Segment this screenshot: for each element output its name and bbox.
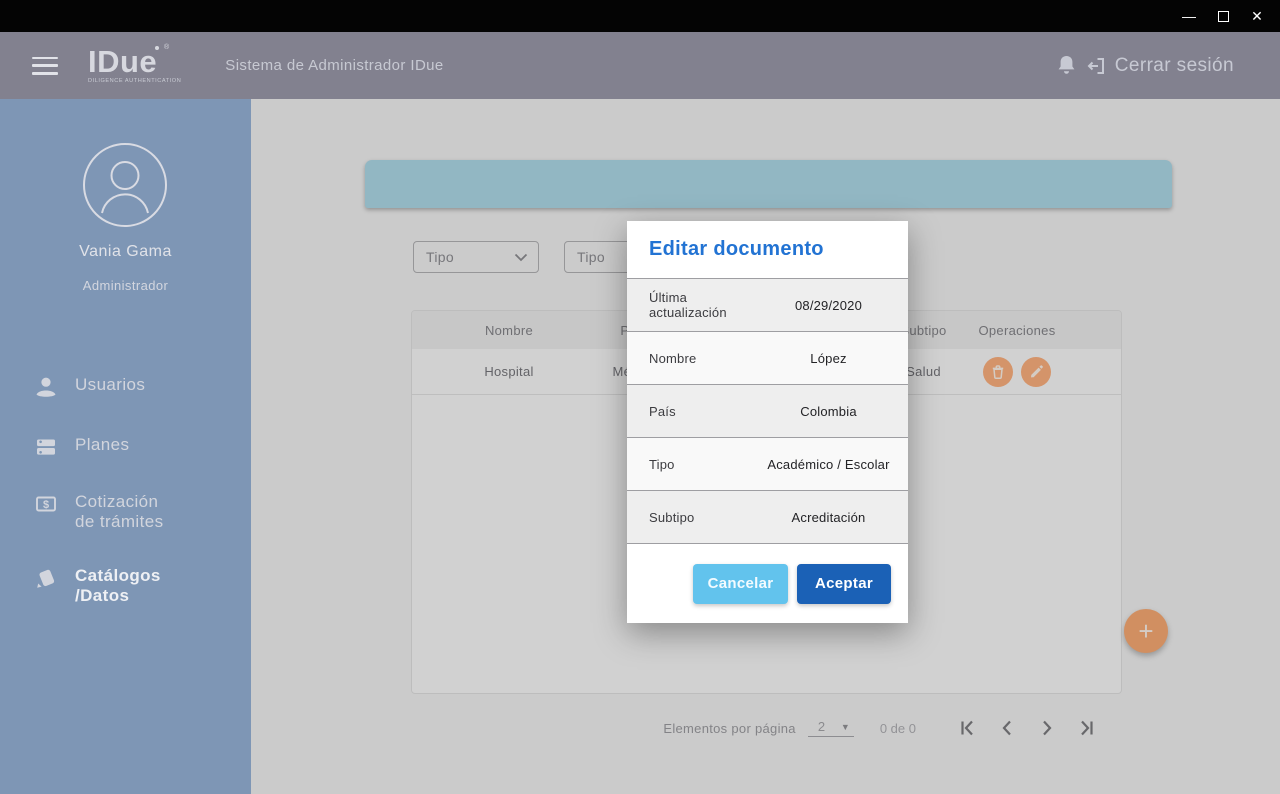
field-row-pais: País Colombia [627, 384, 908, 437]
sidebar-item-planes[interactable]: Planes [0, 435, 251, 459]
minimize-button[interactable]: — [1172, 0, 1206, 32]
menu-icon[interactable] [32, 57, 58, 75]
field-row-tipo: Tipo Académico / Escolar [627, 437, 908, 490]
sidebar-item-label: Planes [75, 435, 129, 454]
logo-tagline: DILIGENCE AUTHENTICATION [88, 78, 181, 84]
maximize-button[interactable] [1206, 0, 1240, 32]
catalog-icon [34, 566, 58, 590]
sidebar-item-label: Usuarios [75, 375, 145, 394]
sidebar-item-usuarios[interactable]: Usuarios [0, 375, 251, 399]
field-label: Tipo [649, 457, 761, 472]
avatar [82, 142, 168, 228]
dialog-footer: Cancelar Aceptar [627, 543, 908, 623]
logo-dot [155, 46, 159, 50]
sidebar-item-label-line2: de trámites [75, 512, 164, 531]
accept-button[interactable]: Aceptar [797, 564, 891, 604]
dialog-header: Editar documento [627, 221, 908, 278]
close-icon: ✕ [1251, 8, 1263, 25]
app-title: Sistema de Administrador IDue [225, 57, 443, 74]
quote-dollar-icon: $ [34, 492, 58, 516]
app-header: IDue ® DILIGENCE AUTHENTICATION Sistema … [0, 32, 1280, 99]
edit-document-dialog: Editar documento Última actualización 08… [627, 221, 908, 623]
sidebar-item-cotizacion[interactable]: $ Cotización de trámites [0, 492, 251, 532]
field-label: País [649, 404, 761, 419]
field-label: Última actualización [649, 290, 761, 320]
field-row-ultima-actualizacion: Última actualización 08/29/2020 [627, 278, 908, 331]
field-value: 08/29/2020 [761, 298, 896, 313]
notifications-bell-icon[interactable] [1057, 55, 1076, 76]
svg-text:$: $ [43, 499, 49, 511]
sidebar-item-label-line2: /Datos [75, 586, 129, 605]
field-value: Acreditación [761, 510, 896, 525]
field-value: López [761, 351, 896, 366]
minimize-icon: — [1182, 8, 1196, 24]
logout-label[interactable]: Cerrar sesión [1115, 55, 1234, 77]
field-row-subtipo: Subtipo Acreditación [627, 490, 908, 543]
close-button[interactable]: ✕ [1240, 0, 1274, 32]
dialog-title: Editar documento [649, 238, 824, 261]
maximize-icon [1218, 11, 1229, 22]
logout-icon[interactable] [1085, 56, 1106, 76]
logo-text: IDue [88, 47, 181, 77]
window-titlebar: — ✕ [0, 0, 1280, 32]
sidebar-item-label: Catálogos [75, 566, 161, 585]
sidebar-item-label: Cotización [75, 492, 158, 511]
field-value: Colombia [761, 404, 896, 419]
field-value: Académico / Escolar [761, 457, 896, 472]
field-label: Nombre [649, 351, 761, 366]
field-row-nombre: Nombre López [627, 331, 908, 384]
app-logo: IDue ® DILIGENCE AUTHENTICATION [88, 47, 181, 84]
user-name: Vania Gama [0, 243, 251, 261]
user-role: Administrador [0, 278, 251, 293]
users-icon [34, 375, 58, 399]
field-label: Subtipo [649, 510, 761, 525]
plans-icon [34, 435, 58, 459]
sidebar: Vania Gama Administrador Usuarios Planes [0, 99, 251, 794]
cancel-button[interactable]: Cancelar [693, 564, 788, 604]
logo-registered-mark: ® [164, 44, 169, 51]
sidebar-item-catalogos[interactable]: Catálogos /Datos [0, 566, 251, 606]
